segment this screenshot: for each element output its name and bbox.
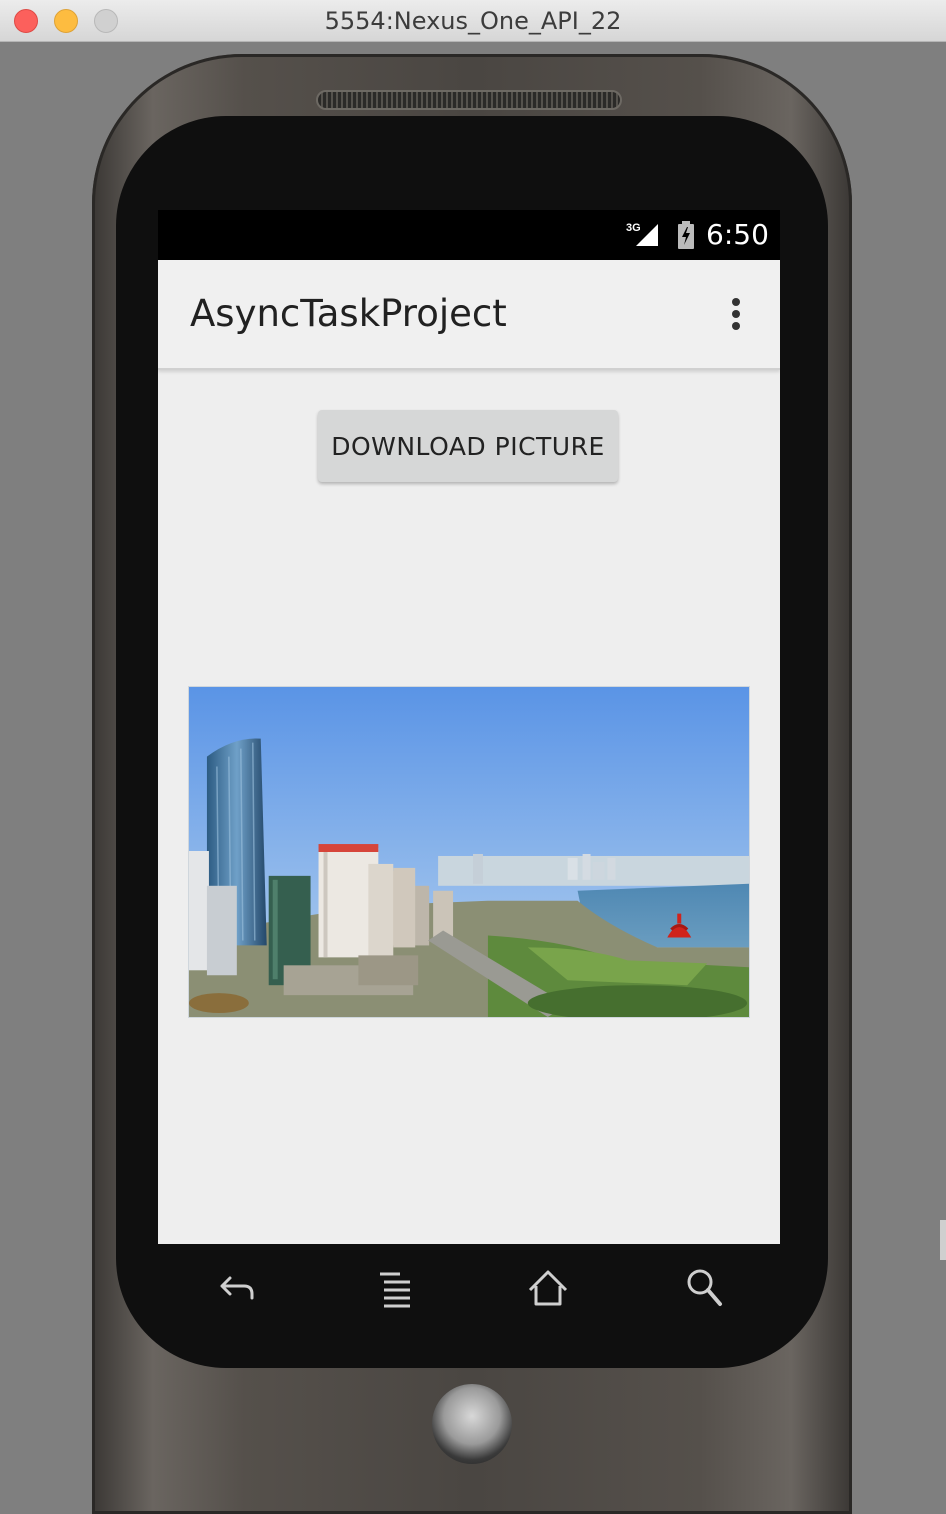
navigation-bar xyxy=(158,1244,780,1334)
download-picture-button[interactable]: DOWNLOAD PICTURE xyxy=(318,410,618,482)
signal-icon xyxy=(636,224,658,246)
action-bar: AsyncTaskProject xyxy=(158,260,780,370)
search-icon[interactable] xyxy=(684,1268,728,1308)
status-clock: 6:50 xyxy=(706,218,769,251)
back-icon[interactable] xyxy=(214,1268,258,1308)
window-title: 5554:Nexus_One_API_22 xyxy=(324,7,622,35)
overflow-menu-icon[interactable] xyxy=(724,294,748,334)
battery-charging-icon xyxy=(678,221,694,249)
phone-speaker xyxy=(316,90,622,110)
hardware-home-button[interactable] xyxy=(432,1384,512,1464)
window-edge-handle xyxy=(940,1220,946,1260)
device-screen: 3G 6:50 AsyncTaskProject DOWNLOAD PICTUR… xyxy=(158,210,780,1244)
status-bar: 3G 6:50 xyxy=(158,210,780,260)
home-icon[interactable] xyxy=(526,1268,570,1308)
window-titlebar: 5554:Nexus_One_API_22 xyxy=(0,0,946,42)
menu-icon[interactable] xyxy=(374,1268,418,1308)
downloaded-picture xyxy=(188,686,750,1018)
app-title: AsyncTaskProject xyxy=(190,292,507,335)
